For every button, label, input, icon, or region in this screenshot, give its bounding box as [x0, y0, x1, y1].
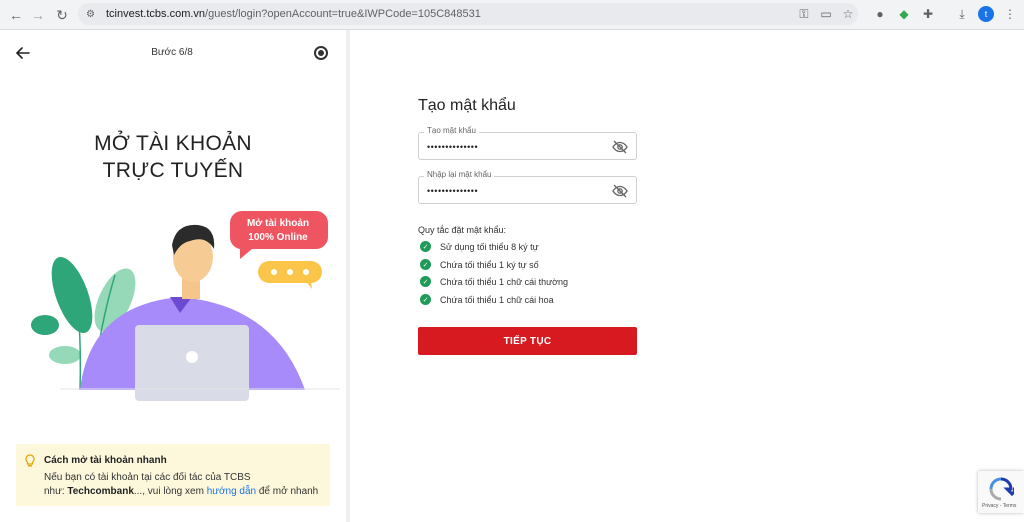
hero-title-line1: MỞ TÀI KHOẢN: [94, 132, 252, 155]
check-circle-icon: ✓: [420, 276, 431, 287]
profile-avatar[interactable]: t: [976, 4, 996, 24]
password-input[interactable]: [427, 140, 607, 154]
recaptcha-terms[interactable]: Privacy - Terms: [982, 503, 1016, 509]
leaf-shape: [49, 346, 81, 364]
tip-title: Cách mở tài khoản nhanh: [44, 455, 167, 466]
address-bar[interactable]: ⚙ tcinvest.tcbs.com.vn/guest/login?openA…: [78, 3, 858, 25]
download-icon[interactable]: ⤓: [952, 4, 972, 24]
confirm-password-input[interactable]: [427, 184, 607, 198]
support-agent-icon[interactable]: [314, 46, 328, 60]
back-button[interactable]: [15, 46, 30, 64]
check-circle-icon: ✓: [420, 294, 431, 305]
password-field[interactable]: Tạo mật khẩu: [418, 126, 637, 160]
rule-text: Chứa tối thiểu 1 ký tự số: [440, 259, 539, 270]
rule-text: Chứa tối thiểu 1 chữ cái hoa: [440, 294, 554, 305]
extension-green-icon[interactable]: ◆: [894, 4, 914, 24]
browser-toolbar: ← → ↻ ⚙ tcinvest.tcbs.com.vn/guest/login…: [0, 0, 1024, 30]
extension-mouse-icon[interactable]: ●: [870, 4, 890, 24]
tip-line2-prefix: như:: [44, 486, 68, 497]
hero-title: MỞ TÀI KHOẢN TRỰC TUYẾN: [60, 130, 286, 184]
tip-line2: như: Techcombank..., vui lòng xem hướng …: [44, 485, 326, 499]
lightbulb-icon: [25, 454, 35, 467]
recaptcha-icon: [989, 477, 1014, 501]
extensions-puzzle-icon[interactable]: ✚: [918, 4, 938, 24]
rule-item: ✓ Sử dụng tối thiểu 8 ký tự: [420, 241, 539, 252]
password-label: Tạo mật khẩu: [424, 126, 479, 135]
confirm-password-field[interactable]: Nhập lại mật khẩu: [418, 170, 637, 204]
url-host: tcinvest.tcbs.com.vn: [106, 8, 206, 20]
site-info-icon[interactable]: ⚙: [86, 9, 100, 20]
rule-item: ✓ Chứa tối thiểu 1 ký tự số: [420, 259, 539, 270]
browser-menu-icon[interactable]: ⋮: [1000, 4, 1020, 24]
url-path: /guest/login?openAccount=true&IWPCode=10…: [205, 8, 481, 20]
rule-item: ✓ Chứa tối thiểu 1 chữ cái thường: [420, 276, 568, 287]
tip-body: Nếu bạn có tài khoản tại các đối tác của…: [44, 471, 326, 499]
check-circle-icon: ✓: [420, 259, 431, 270]
reload-icon[interactable]: ↻: [50, 3, 74, 27]
quick-open-tip: Cách mở tài khoản nhanh Nếu bạn có tài k…: [16, 444, 330, 506]
rule-text: Chứa tối thiểu 1 chữ cái thường: [440, 276, 569, 287]
tip-line2-mid: ..., vui lòng xem: [133, 486, 207, 497]
form-title: Tạo mật khẩu: [418, 97, 516, 114]
forward-arrow-icon[interactable]: →: [26, 3, 50, 27]
tip-line2-suffix: để mở nhanh: [256, 486, 319, 497]
person-laptop-illustration: Mở tài khoản 100% Online: [31, 211, 340, 401]
panel-divider: [346, 30, 350, 522]
leaf-shape: [31, 315, 59, 335]
rules-title: Quy tắc đặt mật khẩu:: [418, 225, 507, 235]
eye-off-icon[interactable]: [612, 139, 628, 155]
avatar: t: [978, 6, 994, 22]
step-indicator: Bước 6/8: [151, 47, 193, 58]
tip-line1: Nếu bạn có tài khoản tại các đối tác của…: [44, 472, 251, 483]
back-arrow-icon[interactable]: ←: [4, 3, 28, 27]
arrow-left-icon: [15, 47, 30, 59]
password-key-icon[interactable]: ⚿: [794, 4, 814, 24]
continue-button[interactable]: TIẾP TỤC: [418, 327, 637, 355]
bookmark-star-icon[interactable]: ☆: [838, 4, 858, 24]
bubble-text-2: 100% Online: [248, 232, 308, 243]
hero-title-line2: TRỰC TUYẾN: [102, 159, 244, 182]
confirm-password-label: Nhập lại mật khẩu: [424, 170, 495, 179]
recaptcha-badge[interactable]: Privacy - Terms: [978, 471, 1024, 513]
eye-off-icon[interactable]: [612, 183, 628, 199]
check-circle-icon: ✓: [420, 241, 431, 252]
rule-text: Sử dụng tối thiểu 8 ký tự: [440, 241, 539, 252]
guide-link[interactable]: hướng dẫn: [207, 486, 256, 497]
rule-item: ✓ Chứa tối thiểu 1 chữ cái hoa: [420, 294, 554, 305]
laptop-logo: [186, 351, 198, 363]
install-app-icon[interactable]: ▭: [816, 4, 836, 24]
bubble-text-1: Mở tài khoản: [247, 218, 309, 229]
partner-name: Techcombank: [67, 486, 134, 497]
